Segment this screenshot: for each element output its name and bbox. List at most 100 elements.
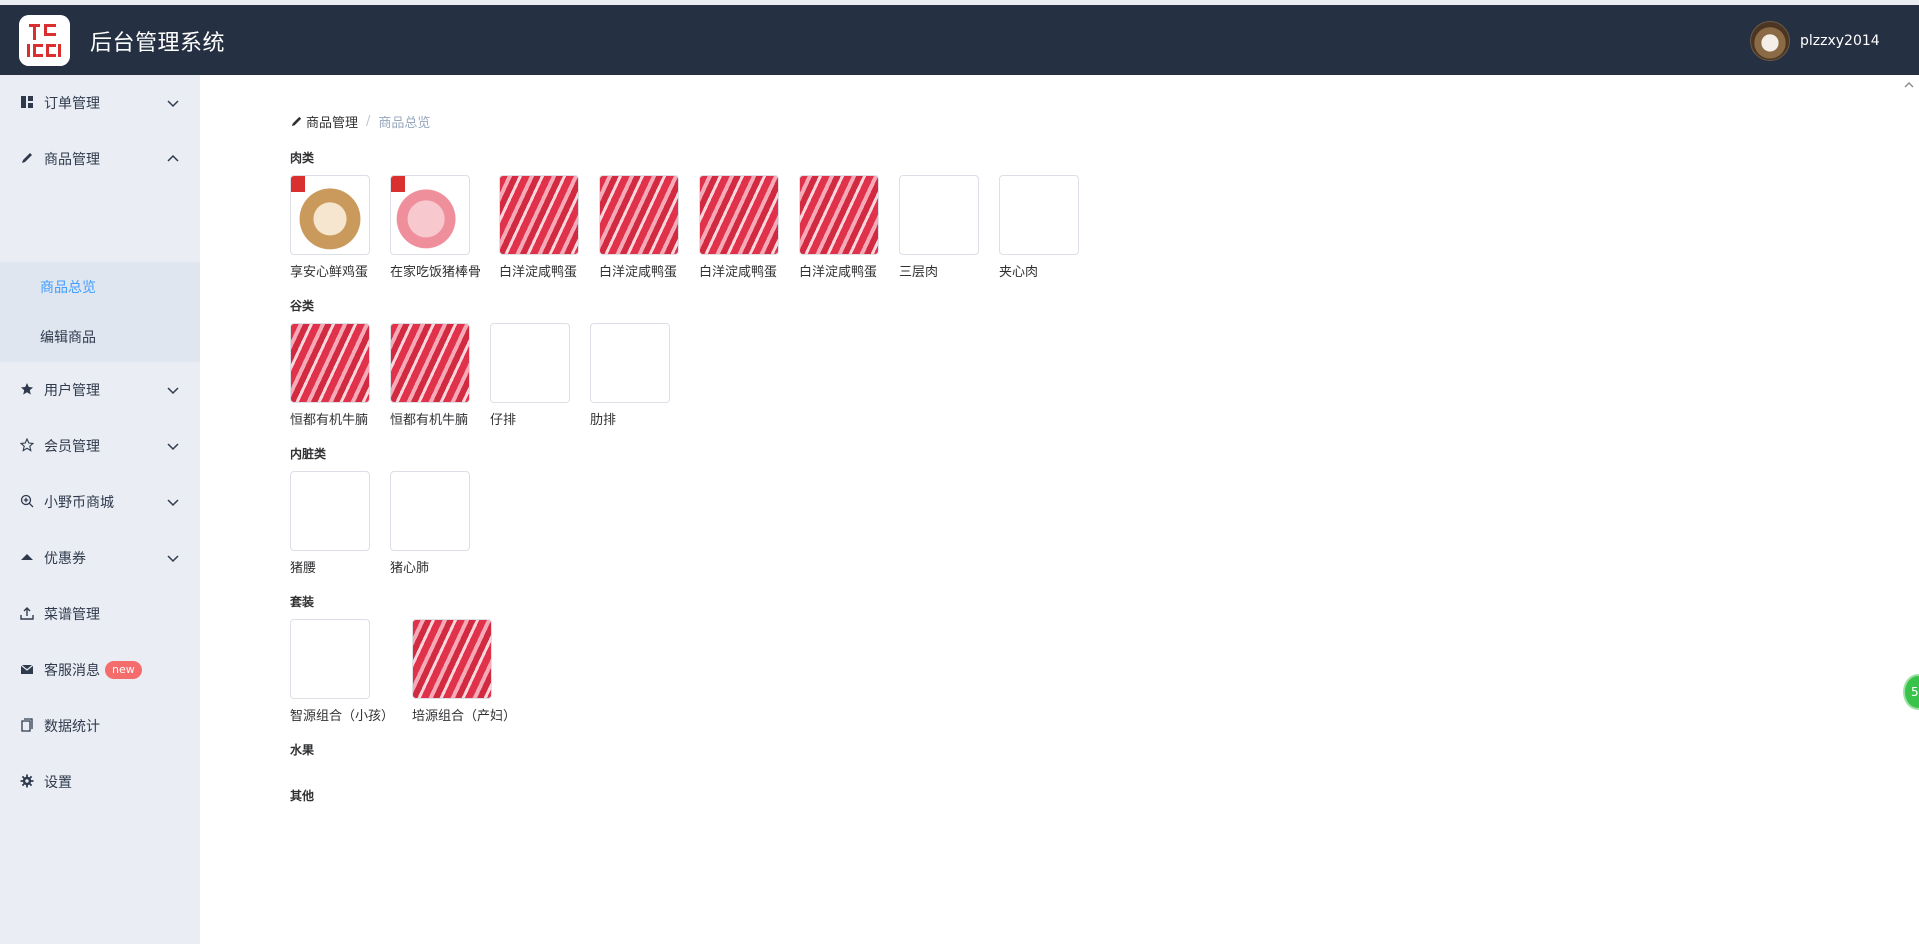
product-card[interactable]: 智源组合（小孩）	[290, 619, 395, 724]
product-name: 享安心鲜鸡蛋	[290, 265, 369, 280]
product-image[interactable]	[412, 619, 492, 699]
top-header: 后台管理系统 plzzxy2014	[0, 5, 1919, 75]
sidebar-item-label: 商品管理	[44, 152, 100, 168]
category-title: 水果	[290, 743, 315, 757]
product-image[interactable]	[390, 175, 470, 255]
sidebar-item-label: 菜谱管理	[44, 607, 100, 623]
product-card[interactable]: 仔排	[490, 323, 590, 428]
product-image[interactable]	[699, 175, 779, 255]
product-name: 恒都有机牛腩	[290, 413, 369, 428]
product-name: 猪心肺	[390, 561, 430, 576]
star-filled-icon	[19, 382, 35, 398]
product-card[interactable]: 在家吃饭猪棒骨	[390, 175, 490, 280]
product-image-placeholder[interactable]	[290, 471, 370, 551]
product-card[interactable]: 恒都有机牛腩	[290, 323, 390, 428]
product-card[interactable]: 白洋淀咸鸭蛋	[499, 175, 599, 280]
product-card[interactable]: 享安心鲜鸡蛋	[290, 175, 390, 280]
chevron-up-icon	[167, 154, 179, 162]
sidebar-item-label: 优惠券	[44, 551, 86, 567]
product-image[interactable]	[599, 175, 679, 255]
product-image-placeholder[interactable]	[999, 175, 1079, 255]
sidebar: 订单管理 商品管理 商品总览 编辑商品 用户管理 会员管理 小野币商城 优惠券 …	[0, 75, 200, 944]
sidebar-item-users[interactable]: 用户管理	[0, 362, 200, 418]
product-image[interactable]	[499, 175, 579, 255]
chevron-down-icon	[167, 555, 179, 563]
category-title: 套装	[290, 595, 315, 609]
product-image[interactable]	[290, 175, 370, 255]
product-card[interactable]: 恒都有机牛腩	[390, 323, 490, 428]
pencil-icon	[19, 151, 35, 167]
product-card[interactable]: 白洋淀咸鸭蛋	[599, 175, 699, 280]
product-name: 三层肉	[899, 265, 939, 280]
sidebar-item-label: 设置	[44, 775, 72, 791]
category-title: 内脏类	[290, 447, 327, 461]
scroll-up-arrow-icon[interactable]	[1904, 80, 1914, 90]
category-title: 其他	[290, 789, 315, 803]
submenu-item-product-overview[interactable]: 商品总览	[0, 262, 200, 312]
product-card[interactable]: 白洋淀咸鸭蛋	[699, 175, 799, 280]
category-title: 肉类	[290, 151, 315, 165]
gear-icon	[19, 774, 35, 790]
product-image-placeholder[interactable]	[390, 471, 470, 551]
product-card[interactable]: 夹心肉	[999, 175, 1099, 280]
breadcrumb: 商品管理 / 商品总览	[290, 112, 430, 131]
app-logo[interactable]	[19, 15, 70, 66]
product-name: 仔排	[490, 413, 517, 428]
product-card[interactable]: 培源组合（产妇）	[412, 619, 517, 724]
sidebar-item-messages[interactable]: 客服消息 new	[0, 642, 200, 698]
chevron-down-icon	[167, 100, 179, 108]
product-name: 培源组合（产妇）	[412, 709, 517, 724]
pencil-icon	[291, 116, 302, 127]
sidebar-item-coupons[interactable]: 优惠券	[0, 530, 200, 586]
sidebar-item-statistics[interactable]: 数据统计	[0, 698, 200, 754]
submenu-item-edit-product[interactable]: 编辑商品	[0, 312, 200, 362]
product-name: 智源组合（小孩）	[290, 709, 395, 724]
product-image-placeholder[interactable]	[290, 619, 370, 699]
logo-icon	[19, 15, 70, 66]
breadcrumb-item-products[interactable]: 商品管理	[306, 112, 358, 131]
caret-up-icon	[19, 550, 35, 566]
chevron-down-icon	[167, 443, 179, 451]
user-avatar[interactable]	[1750, 21, 1790, 61]
sidebar-item-label: 数据统计	[44, 719, 100, 735]
sidebar-item-label: 订单管理	[44, 96, 100, 112]
upload-icon	[19, 606, 35, 622]
sidebar-item-products[interactable]: 商品管理	[0, 131, 200, 187]
sidebar-item-label: 小野币商城	[44, 495, 114, 511]
product-name: 肋排	[590, 413, 617, 428]
product-name: 白洋淀咸鸭蛋	[599, 265, 678, 280]
breadcrumb-separator: /	[366, 114, 371, 129]
product-name: 白洋淀咸鸭蛋	[699, 265, 778, 280]
product-image-placeholder[interactable]	[490, 323, 570, 403]
product-card[interactable]: 猪腰	[290, 471, 390, 576]
product-name: 白洋淀咸鸭蛋	[499, 265, 578, 280]
product-image[interactable]	[799, 175, 879, 255]
product-card[interactable]: 猪心肺	[390, 471, 490, 576]
product-image[interactable]	[390, 323, 470, 403]
grid-icon	[19, 95, 35, 111]
product-name: 白洋淀咸鸭蛋	[799, 265, 878, 280]
product-card[interactable]: 三层肉	[899, 175, 999, 280]
sidebar-item-members[interactable]: 会员管理	[0, 418, 200, 474]
sidebar-item-settings[interactable]: 设置	[0, 754, 200, 810]
sidebar-item-recipes[interactable]: 菜谱管理	[0, 586, 200, 642]
document-icon	[19, 718, 35, 734]
sidebar-item-label: 客服消息	[44, 663, 100, 679]
product-card[interactable]: 白洋淀咸鸭蛋	[799, 175, 899, 280]
app-title: 后台管理系统	[90, 31, 226, 56]
username[interactable]: plzzxy2014	[1800, 33, 1880, 49]
promo-tag-icon	[291, 176, 305, 192]
product-name: 夹心肉	[999, 265, 1039, 280]
product-image-placeholder[interactable]	[590, 323, 670, 403]
product-name: 猪腰	[290, 561, 317, 576]
product-card[interactable]: 肋排	[590, 323, 690, 428]
breadcrumb-item-overview: 商品总览	[378, 116, 431, 131]
product-image[interactable]	[290, 323, 370, 403]
sidebar-item-coin-mall[interactable]: 小野币商城	[0, 474, 200, 530]
chevron-down-icon	[167, 387, 179, 395]
product-image-placeholder[interactable]	[899, 175, 979, 255]
sidebar-item-label: 用户管理	[44, 383, 100, 399]
sidebar-item-label: 会员管理	[44, 439, 100, 455]
sidebar-item-orders[interactable]: 订单管理	[0, 75, 200, 131]
new-badge: new	[105, 661, 142, 679]
